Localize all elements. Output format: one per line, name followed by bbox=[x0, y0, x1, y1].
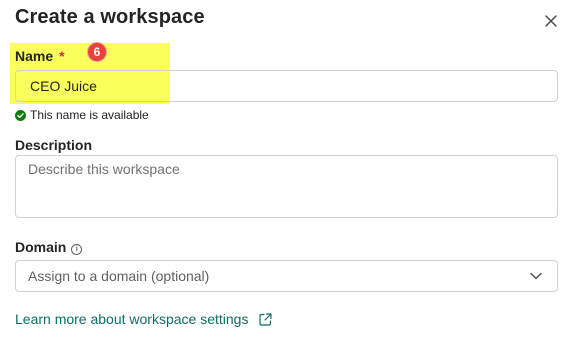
validation-text: This name is available bbox=[30, 108, 149, 122]
domain-select-placeholder: Assign to a domain (optional) bbox=[28, 268, 210, 284]
name-label: Name * bbox=[15, 48, 65, 64]
step-badge: 6 bbox=[88, 43, 106, 61]
external-link-icon[interactable] bbox=[258, 312, 273, 327]
close-icon[interactable] bbox=[542, 12, 560, 30]
description-textarea[interactable]: Describe this workspace bbox=[15, 155, 558, 218]
name-input[interactable]: CEO Juice bbox=[15, 70, 558, 102]
chevron-down-icon bbox=[530, 272, 542, 280]
required-marker: * bbox=[59, 48, 65, 64]
learn-more-link[interactable]: Learn more about workspace settings bbox=[15, 311, 248, 327]
name-validation: This name is available bbox=[15, 108, 149, 122]
create-workspace-panel: Create a workspace Name * 6 CEO Juice Thi… bbox=[0, 0, 582, 349]
domain-label-text: Domain bbox=[15, 239, 67, 255]
check-circle-icon bbox=[15, 109, 26, 121]
domain-label: Domain i bbox=[15, 239, 83, 255]
info-icon[interactable]: i bbox=[71, 244, 83, 255]
description-label: Description bbox=[15, 137, 93, 153]
name-label-text: Name bbox=[15, 48, 54, 64]
dialog-title: Create a workspace bbox=[15, 6, 205, 28]
domain-select[interactable]: Assign to a domain (optional) bbox=[15, 260, 558, 292]
